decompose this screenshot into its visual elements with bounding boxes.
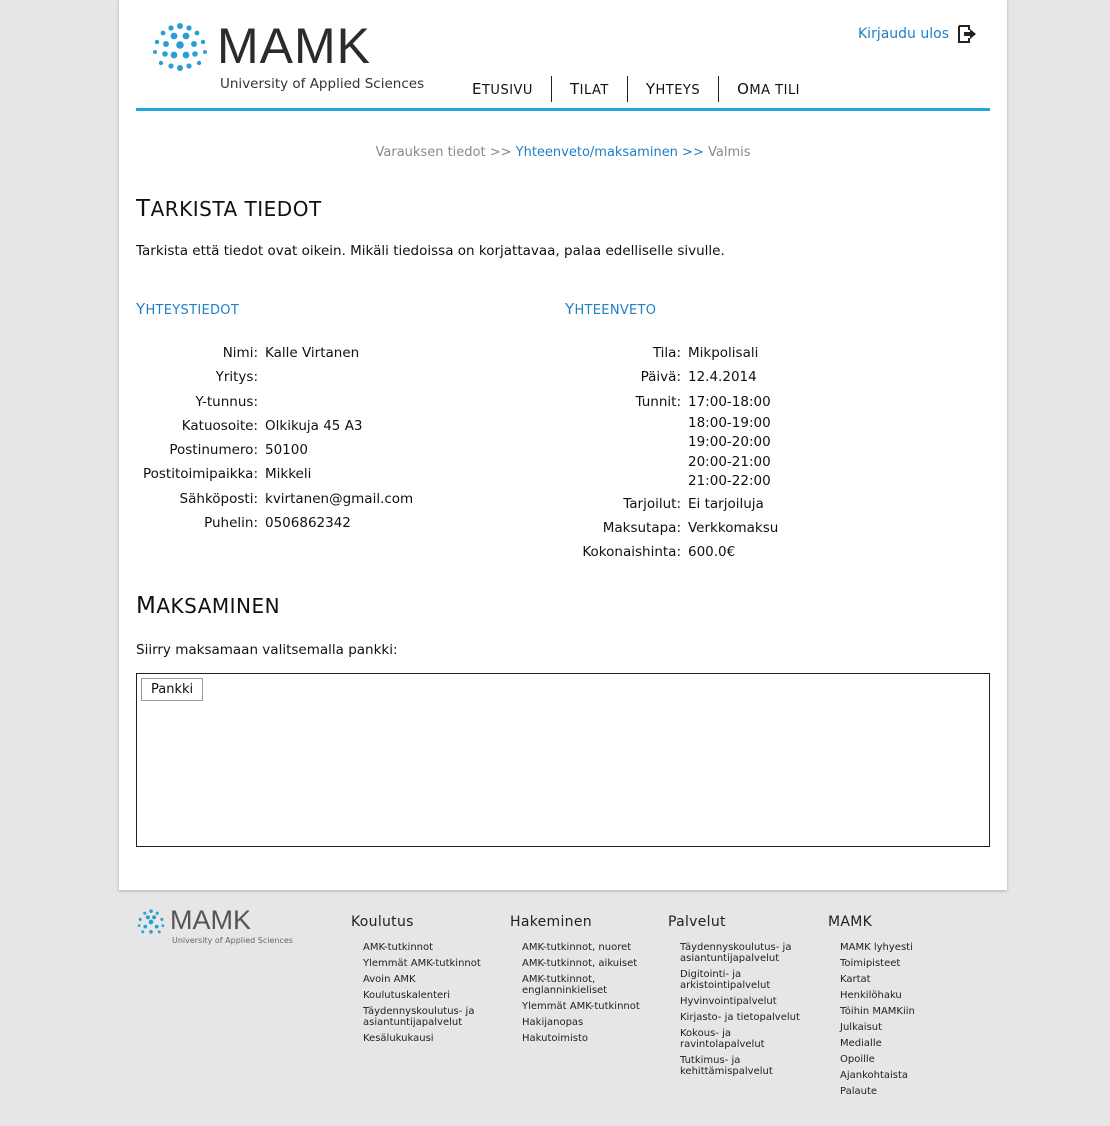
footer-link[interactable]: Toimipisteet bbox=[840, 958, 948, 969]
contact-row-postitoimipaikka: Postitoimipaikka: Mikkeli bbox=[142, 466, 312, 483]
footer-link[interactable]: Hakutoimisto bbox=[522, 1033, 650, 1044]
mamk-logo[interactable]: MAMK University of Applied Sciences bbox=[151, 18, 425, 92]
footer-mamk-dots-icon bbox=[137, 909, 165, 934]
summary-title: YHTEENVETO bbox=[565, 300, 657, 318]
summary-row-kokonaishinta: Kokonaishinta: 600.0€ bbox=[582, 544, 736, 561]
footer-col-koulutus: Koulutus AMK-tutkinnot Ylemmät AMK-tutki… bbox=[351, 914, 496, 1049]
check-title: TARKISTA TIEDOT bbox=[136, 196, 322, 222]
footer-link[interactable]: Kesälukukausi bbox=[363, 1033, 496, 1044]
footer-col-mamk: MAMK MAMK lyhyesti Toimipisteet Kartat H… bbox=[828, 914, 948, 1102]
logout-arrow-icon[interactable] bbox=[957, 24, 977, 44]
footer-col-hakeminen: Hakeminen AMK-tutkinnot, nuoret AMK-tutk… bbox=[510, 914, 650, 1049]
tunnit-slot: 20:00-21:00 bbox=[688, 453, 771, 470]
footer-link[interactable]: Avoin AMK bbox=[363, 974, 496, 985]
footer-col-palvelut: Palvelut Täydennyskoulutus- ja asiantunt… bbox=[668, 914, 808, 1082]
footer-link[interactable]: Täydennyskoulutus- ja asiantuntijapalvel… bbox=[363, 1006, 496, 1028]
contact-row-puhelin: Puhelin: 0506862342 bbox=[204, 515, 351, 532]
breadcrumb-step-1: Varauksen tiedot >> bbox=[375, 145, 516, 160]
footer-link[interactable]: Palaute bbox=[840, 1086, 948, 1097]
main-card: MAMK University of Applied Sciences Kirj… bbox=[119, 0, 1007, 890]
logout-label[interactable]: Kirjaudu ulos bbox=[858, 26, 949, 42]
logo-word: MAMK bbox=[217, 18, 371, 74]
breadcrumb-step-3: Valmis bbox=[707, 145, 751, 160]
tunnit-slot: 17:00-18:00 bbox=[688, 393, 771, 410]
summary-row-tunnit: Tunnit: 17:00-18:00 18:00-19:00 19:00-20… bbox=[519, 390, 778, 492]
footer-link[interactable]: AMK-tutkinnot, nuoret bbox=[522, 942, 650, 953]
footer-link[interactable]: Täydennyskoulutus- ja asiantuntijapalvel… bbox=[680, 942, 808, 964]
contact-row-yritys: Yritys: bbox=[215, 369, 258, 386]
nav-yhteys[interactable]: YHTEYS bbox=[628, 76, 720, 102]
payment-note: Siirry maksamaan valitsemalla pankki: bbox=[136, 642, 398, 658]
bank-selection-box: Pankki bbox=[136, 673, 990, 847]
footer-link[interactable]: Kirjasto- ja tietopalvelut bbox=[680, 1012, 808, 1023]
footer-col-title: Palvelut bbox=[668, 914, 726, 930]
summary-row-maksutapa: Maksutapa: Verkkomaksu bbox=[602, 520, 779, 537]
footer-col-title: Hakeminen bbox=[510, 914, 592, 930]
logo-subtitle: University of Applied Sciences bbox=[220, 76, 425, 92]
footer-link[interactable]: Töihin MAMKiin bbox=[840, 1006, 948, 1017]
footer-logo-subtitle: University of Applied Sciences bbox=[172, 936, 293, 945]
tunnit-slot: 19:00-20:00 bbox=[688, 434, 771, 451]
bank-button[interactable]: Pankki bbox=[141, 678, 204, 701]
footer-col-title: Koulutus bbox=[351, 914, 414, 930]
contact-row-katuosoite: Katuosoite: Olkikuja 45 A3 bbox=[181, 417, 363, 434]
summary-details: Tila: Mikpolisali Päivä: 12.4.2014 Tunnit:… bbox=[519, 341, 778, 565]
nav-etusivu[interactable]: ETUSIVU bbox=[454, 76, 552, 102]
footer-link[interactable]: Henkilöhaku bbox=[840, 990, 948, 1001]
contact-details: Nimi: Kalle Virtanen Yritys: Y-tunnus: Ka… bbox=[119, 341, 413, 535]
summary-row-tila: Tila: Mikpolisali bbox=[652, 345, 759, 361]
contact-row-ytunnus: Y-tunnus: bbox=[195, 393, 258, 410]
nav-tilat[interactable]: TILAT bbox=[552, 76, 628, 102]
contact-row-sahkoposti: Sähköposti: kvirtanen@gmail.com bbox=[179, 490, 414, 507]
contact-row-postinumero: Postinumero: 50100 bbox=[169, 442, 308, 459]
summary-row-tarjoilut: Tarjoilut: Ei tarjoiluja bbox=[623, 495, 764, 512]
footer-link[interactable]: Ajankohtaista bbox=[840, 1070, 948, 1081]
tunnit-slot: 21:00-22:00 bbox=[688, 473, 771, 490]
payment-title: MAKSAMINEN bbox=[136, 593, 281, 619]
breadcrumb: Varauksen tiedot >> Yhteenveto/maksamine… bbox=[119, 145, 1007, 160]
summary-row-paiva: Päivä: 12.4.2014 bbox=[640, 369, 757, 386]
tunnit-slot: 18:00-19:00 bbox=[688, 414, 771, 431]
footer-link[interactable]: AMK-tutkinnot bbox=[363, 942, 496, 953]
footer-link[interactable]: MAMK lyhyesti bbox=[840, 942, 948, 953]
footer-link[interactable]: Julkaisut bbox=[840, 1022, 948, 1033]
check-intro: Tarkista että tiedot ovat oikein. Mikäli… bbox=[136, 243, 725, 259]
footer-link[interactable]: Ylemmät AMK-tutkinnot bbox=[363, 958, 496, 969]
footer-link[interactable]: Hyvinvointipalvelut bbox=[680, 996, 808, 1007]
footer-link[interactable]: Digitointi- ja arkistointipalvelut bbox=[680, 969, 808, 991]
nav-oma-tili[interactable]: OMA TILI bbox=[719, 76, 818, 102]
footer-link[interactable]: Koulutuskalenteri bbox=[363, 990, 496, 1001]
footer-link[interactable]: AMK-tutkinnot, aikuiset bbox=[522, 958, 650, 969]
footer-logo[interactable]: MAMK University of Applied Sciences bbox=[136, 905, 296, 952]
footer-link[interactable]: Opoille bbox=[840, 1054, 948, 1065]
footer-link[interactable]: Hakijanopas bbox=[522, 1017, 650, 1028]
footer-link[interactable]: Ylemmät AMK-tutkinnot bbox=[522, 1001, 650, 1012]
footer-link[interactable]: Tutkimus- ja kehittämispalvelut bbox=[680, 1055, 808, 1077]
footer-link[interactable]: Kokous- ja ravintolapalvelut bbox=[680, 1028, 808, 1050]
footer-link[interactable]: AMK-tutkinnot, englanninkieliset bbox=[522, 974, 650, 996]
contact-title: YHTEYSTIEDOT bbox=[136, 300, 240, 318]
footer-logo-word: MAMK bbox=[170, 905, 251, 935]
logout-link[interactable]: Kirjaudu ulos bbox=[858, 24, 977, 44]
nav-divider bbox=[136, 108, 990, 111]
footer-col-title: MAMK bbox=[828, 914, 873, 930]
mamk-dots-logo-icon bbox=[153, 23, 207, 71]
contact-row-nimi: Nimi: Kalle Virtanen bbox=[222, 345, 360, 361]
footer-link[interactable]: Medialle bbox=[840, 1038, 948, 1049]
breadcrumb-step-2: Yhteenveto/maksaminen >> bbox=[515, 145, 708, 160]
main-nav: ETUSIVU TILAT YHTEYS OMA TILI bbox=[454, 76, 818, 102]
footer-link[interactable]: Kartat bbox=[840, 974, 948, 985]
